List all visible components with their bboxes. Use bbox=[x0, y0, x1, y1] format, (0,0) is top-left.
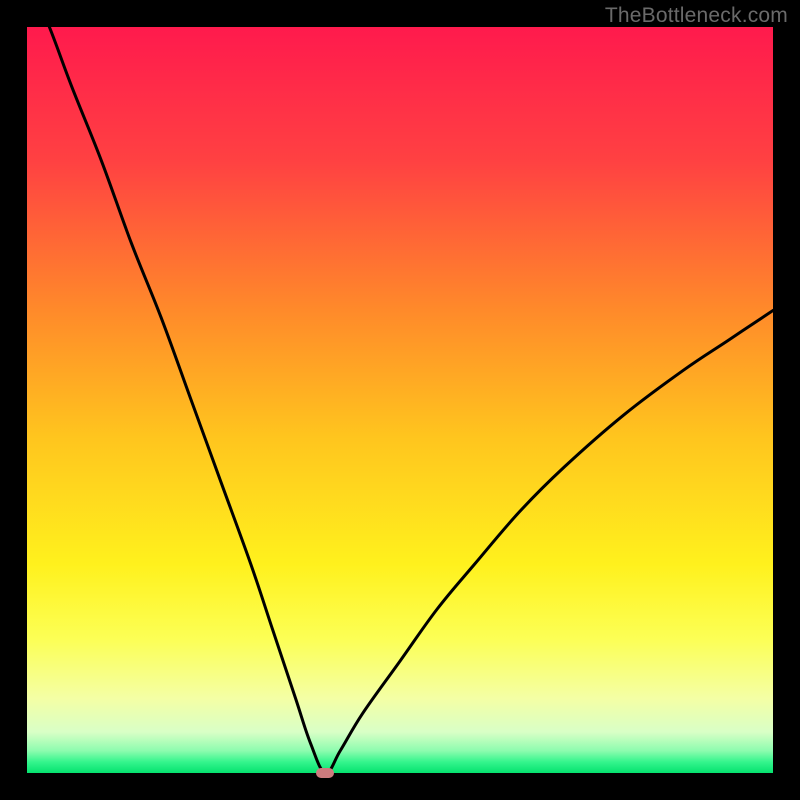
optimum-marker bbox=[316, 768, 334, 778]
plot-area bbox=[27, 27, 773, 773]
bottleneck-curve bbox=[27, 27, 773, 773]
chart-stage: TheBottleneck.com bbox=[0, 0, 800, 800]
watermark-text: TheBottleneck.com bbox=[605, 4, 788, 28]
